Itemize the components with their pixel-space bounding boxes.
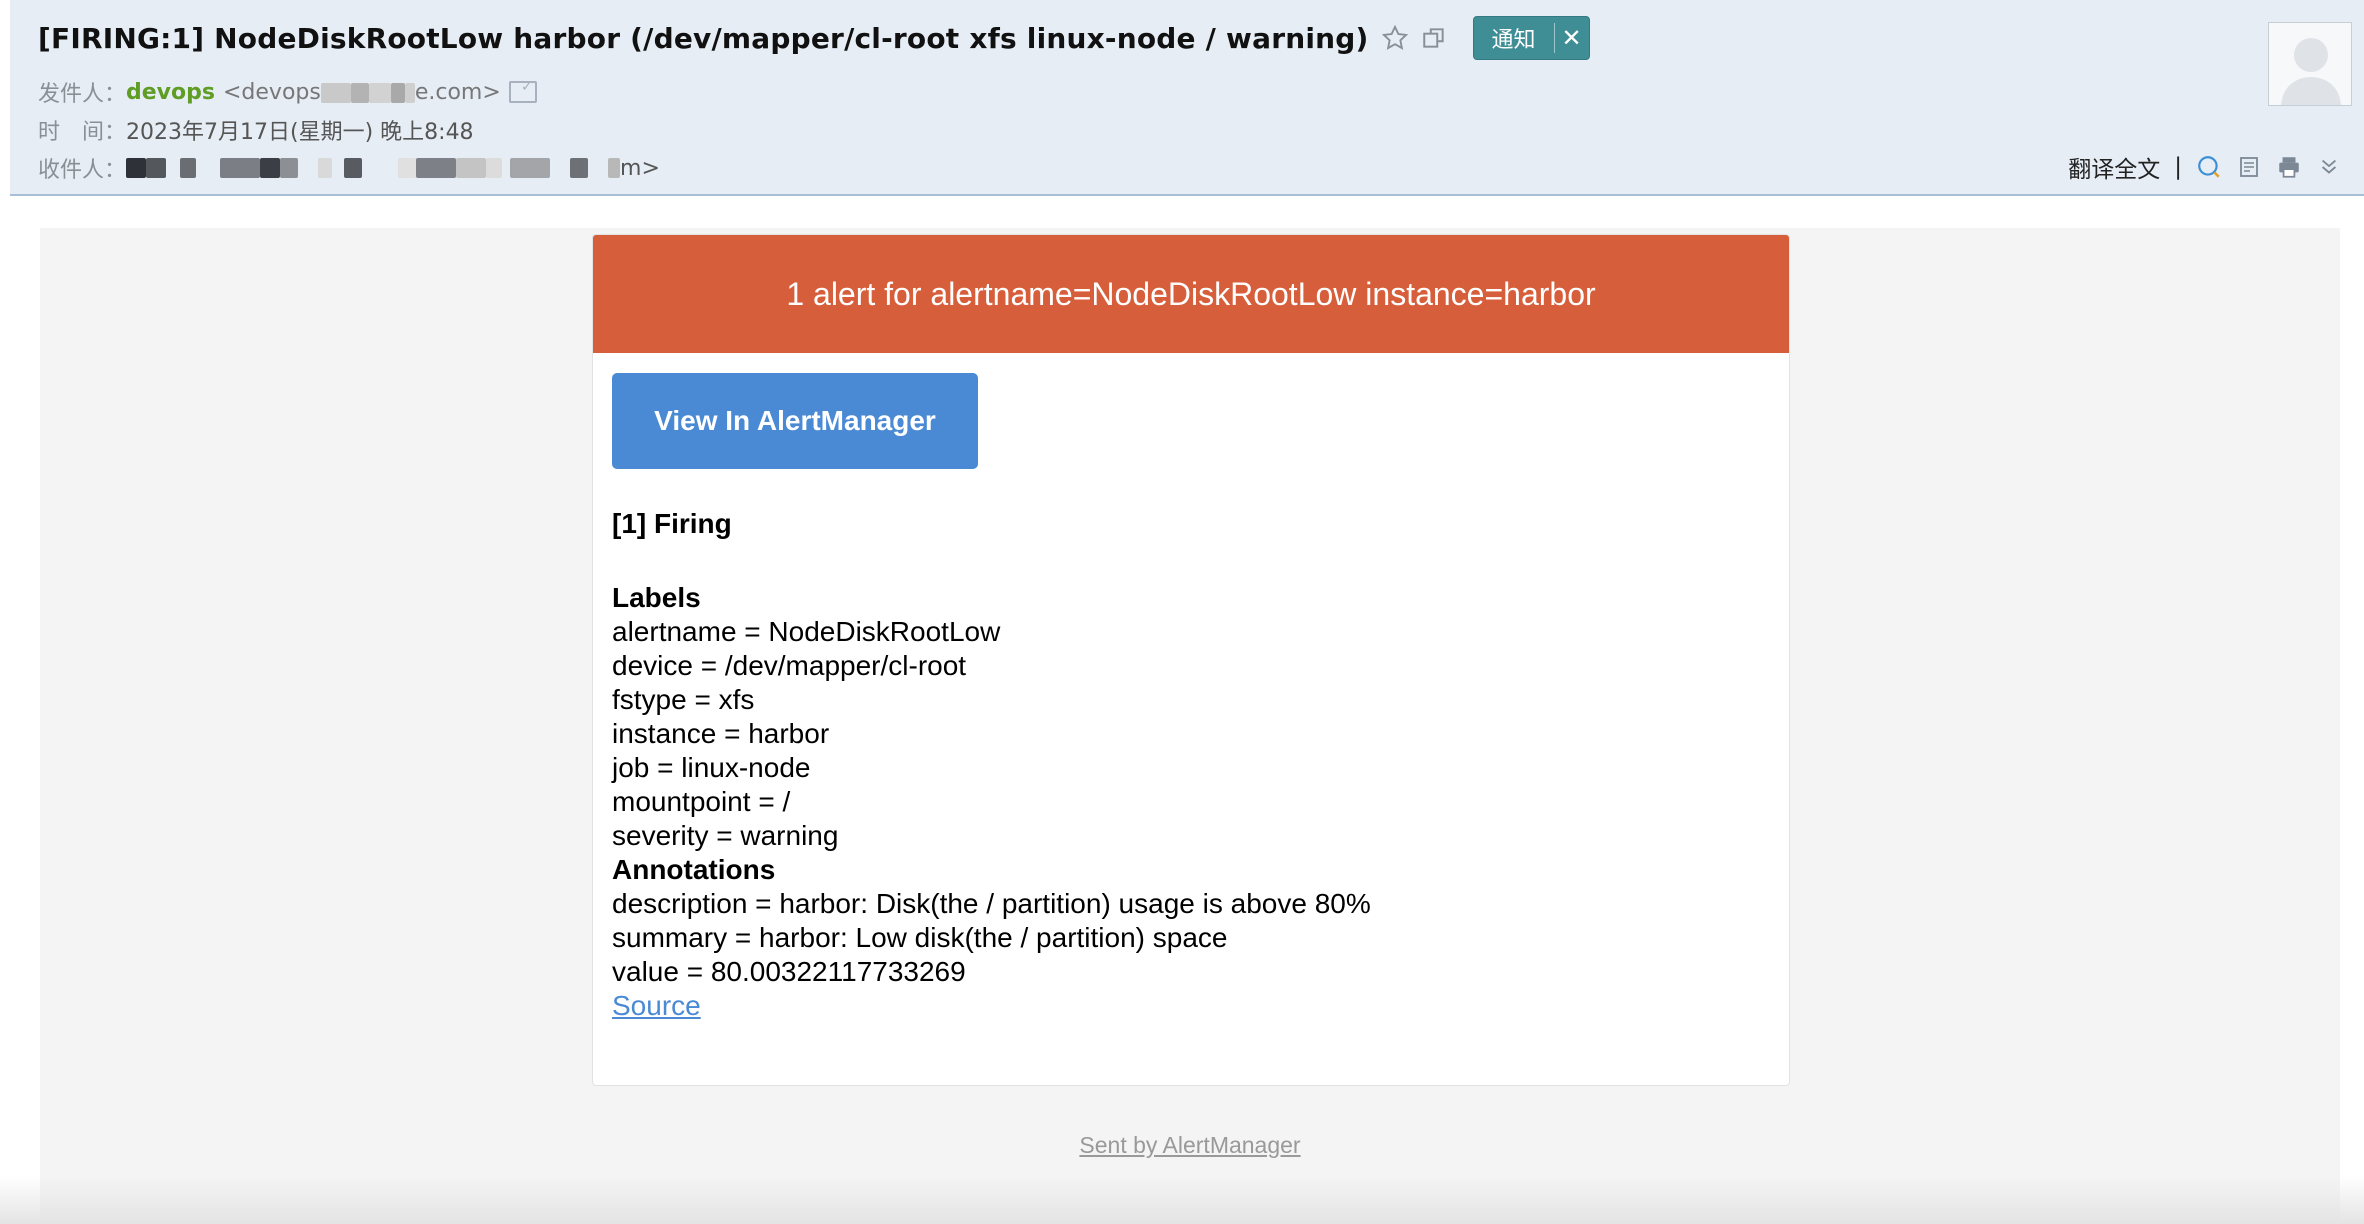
expand-icon[interactable]: [2316, 154, 2342, 180]
time-label: 时 间：: [38, 120, 127, 145]
translate-button[interactable]: 翻译全文: [2068, 150, 2160, 184]
source-link[interactable]: Source: [612, 989, 701, 1023]
label-item: mountpoint = /: [612, 786, 791, 817]
close-icon[interactable]: ✕: [1555, 17, 1589, 59]
alert-banner: 1 alert for alertname=NodeDiskRootLow in…: [593, 235, 1789, 353]
label-item: instance = harbor: [612, 718, 830, 749]
view-in-alertmanager-button[interactable]: View In AlertManager: [612, 373, 978, 469]
annotation-item: value = 80.00322117733269: [612, 956, 966, 987]
sender-name[interactable]: devops: [126, 80, 215, 105]
alert-content: View In AlertManager [1] Firing Labels a…: [593, 353, 1789, 1043]
notice-tag: 通知 ✕: [1472, 16, 1590, 60]
sent-by-alertmanager-link: Sent by AlertManager: [40, 1132, 2340, 1159]
bottom-shadow: [0, 1176, 2364, 1224]
print-icon[interactable]: [2276, 154, 2302, 180]
mail-body: 1 alert for alertname=NodeDiskRootLow in…: [40, 228, 2340, 1224]
redacted-recipients: [126, 158, 621, 178]
from-row: 发件人： devops <devops e.com>: [38, 76, 537, 108]
popout-icon[interactable]: [1421, 25, 1447, 51]
sender-address-suffix: e.com>: [414, 79, 501, 105]
mail-toolbar: 翻译全文 |: [2068, 150, 2342, 184]
labels-list: alertname = NodeDiskRootLow device = /de…: [612, 615, 1770, 853]
annotations-list: description = harbor: Disk(the / partiti…: [612, 887, 1770, 989]
mail-header: [FIRING:1] NodeDiskRootLow harbor (/dev/…: [10, 0, 2364, 196]
label-item: job = linux-node: [612, 752, 811, 783]
redacted-block: [320, 80, 415, 105]
annotation-item: description = harbor: Disk(the / partiti…: [612, 888, 1371, 919]
to-row: 收件人： m>: [38, 152, 660, 184]
annotations-title: Annotations: [612, 854, 776, 885]
mail-subject: [FIRING:1] NodeDiskRootLow harbor (/dev/…: [38, 21, 1369, 55]
toolbar-separator: |: [2174, 154, 2182, 180]
avatar-icon: [2269, 23, 2351, 105]
label-item: alertname = NodeDiskRootLow: [612, 616, 1001, 647]
sender-address-prefix: <devops: [222, 79, 321, 105]
label-item: fstype = xfs: [612, 684, 755, 715]
note-icon[interactable]: [2236, 154, 2262, 180]
time-value: 2023年7月17日(星期一) 晚上8:48: [126, 120, 474, 145]
verify-card-icon[interactable]: [508, 79, 537, 103]
from-label: 发件人：: [38, 82, 127, 107]
annotation-item: summary = harbor: Low disk(the / partiti…: [612, 922, 1228, 953]
notice-tag-label[interactable]: 通知: [1474, 17, 1554, 59]
label-item: severity = warning: [612, 820, 839, 851]
alert-card: 1 alert for alertname=NodeDiskRootLow in…: [592, 234, 1790, 1086]
label-item: device = /dev/mapper/cl-root: [612, 650, 967, 681]
to-suffix: m>: [620, 155, 660, 181]
labels-title: Labels: [612, 582, 701, 613]
sent-by-link-text[interactable]: Sent by AlertManager: [1079, 1132, 1300, 1158]
star-icon[interactable]: [1381, 24, 1409, 52]
avatar[interactable]: [2268, 22, 2352, 106]
time-row: 时 间： 2023年7月17日(星期一) 晚上8:48: [38, 114, 474, 146]
to-label: 收件人：: [38, 158, 127, 183]
subject-row: [FIRING:1] NodeDiskRootLow harbor (/dev/…: [38, 16, 1590, 60]
firing-title: [1] Firing: [612, 508, 732, 539]
translate-icon[interactable]: [2196, 154, 2222, 180]
